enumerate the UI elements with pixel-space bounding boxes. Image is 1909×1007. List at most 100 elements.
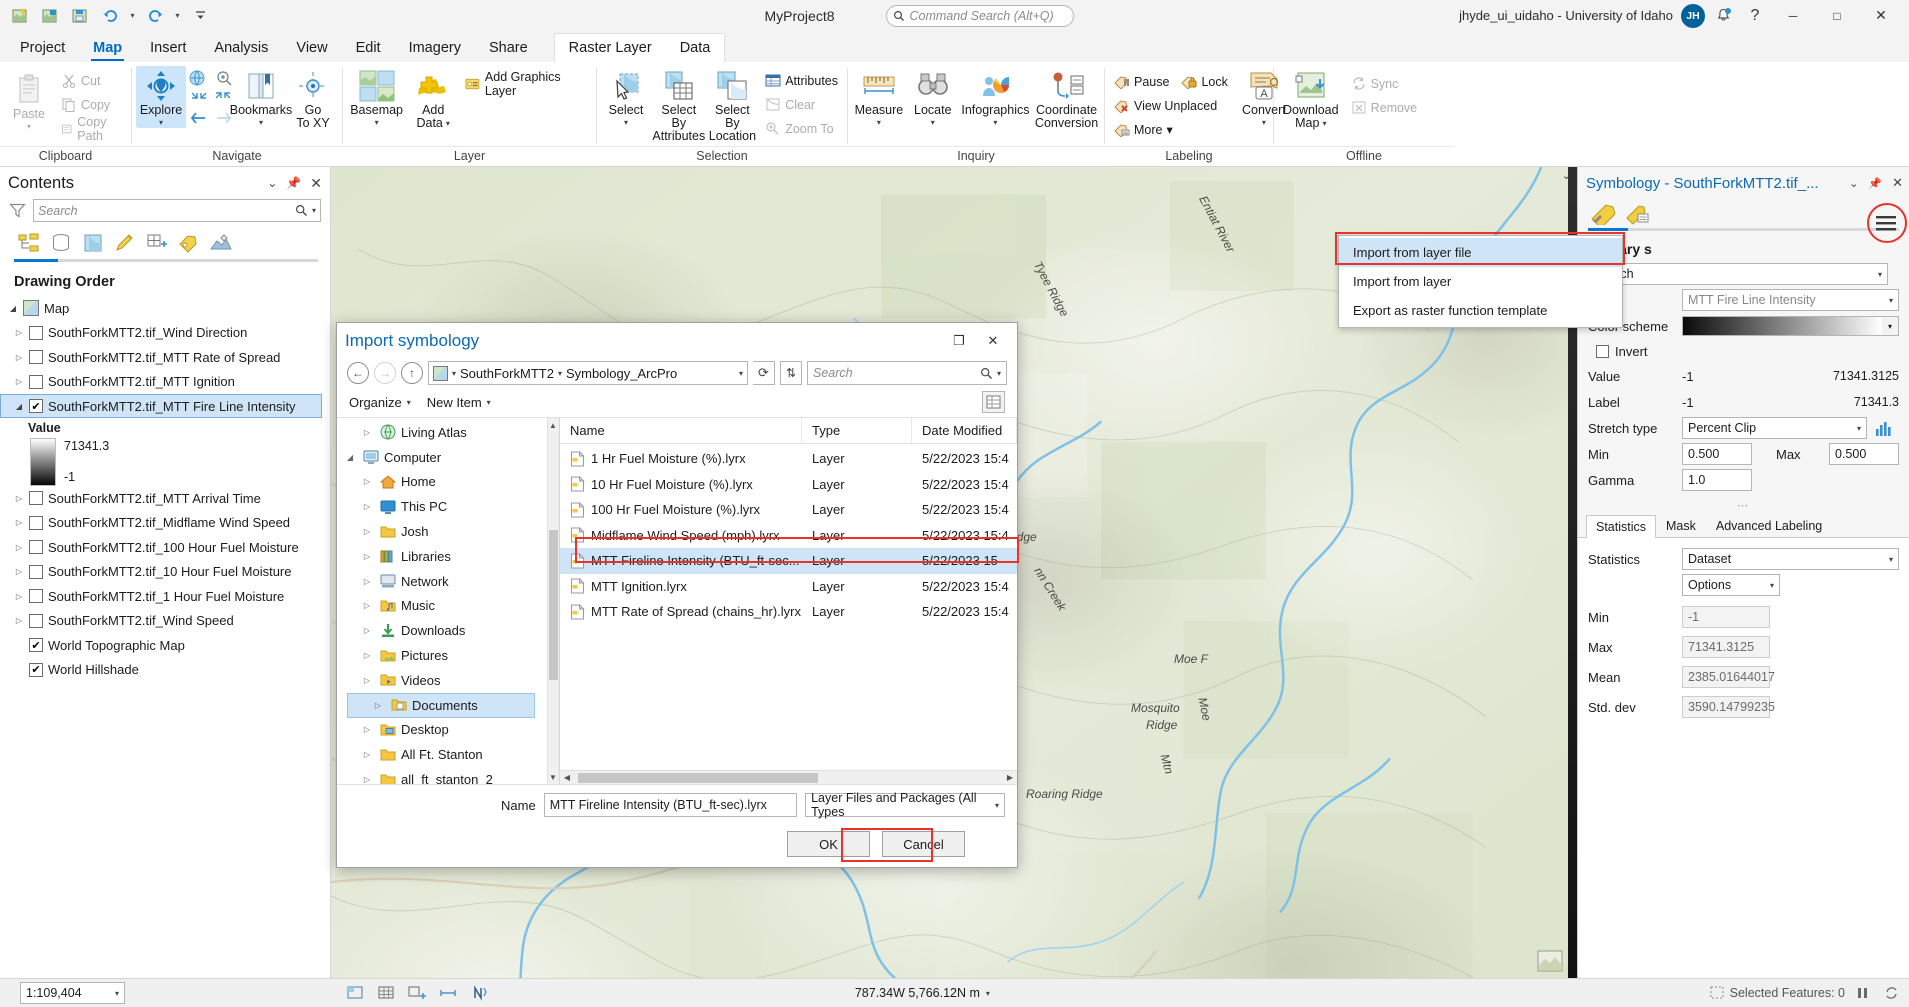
contents-pin-icon[interactable]: 📌	[286, 176, 301, 190]
zoom-out-fixed-icon[interactable]	[190, 91, 208, 107]
chevron-down-icon[interactable]: ▾	[1878, 270, 1882, 279]
expand-icon[interactable]: ▷	[14, 328, 24, 337]
full-extent-icon[interactable]	[188, 69, 207, 88]
file-list-horizontal-scrollbar[interactable]: ◀ ▶	[560, 770, 1017, 784]
map-collapse-icon[interactable]: ⌄	[1562, 169, 1571, 182]
expand-icon[interactable]: ▷	[359, 577, 375, 586]
contents-search-dropdown-icon[interactable]: ▾	[312, 206, 316, 215]
histogram-icon[interactable]	[1873, 418, 1893, 438]
pause-drawing-icon[interactable]	[1851, 982, 1874, 1004]
map-scale-select[interactable]: 1:109,404 ▾	[20, 982, 125, 1004]
min-input[interactable]: 0.500	[1682, 443, 1752, 465]
explore-button[interactable]: Explore ▾	[136, 66, 186, 128]
layer-checkbox[interactable]	[29, 374, 43, 389]
scrollbar-thumb[interactable]	[549, 530, 558, 680]
close-button[interactable]: ✕	[1861, 1, 1901, 31]
menu-item-import-from-layer-file[interactable]: Import from layer file	[1339, 238, 1622, 267]
minimize-button[interactable]: ─	[1773, 1, 1813, 31]
breadcrumb-dropdown-icon[interactable]: ▾	[739, 369, 743, 378]
more-labeling-button[interactable]: More ▾	[1109, 118, 1233, 141]
add-data-dropdown-icon[interactable]: ▾	[446, 118, 450, 129]
layer-row-mtt-ignition[interactable]: ▷ SouthForkMTT2.tif_MTT Ignition	[0, 370, 330, 395]
file-row[interactable]: Midflame Wind Speed (mph).lyrx Layer 5/2…	[560, 523, 1017, 549]
layer-checkbox[interactable]	[29, 515, 43, 530]
pause-labeling-button[interactable]: Pause	[1109, 70, 1174, 93]
measure-dropdown-icon[interactable]: ▾	[877, 117, 881, 128]
chevron-down-icon[interactable]: ▾	[1889, 555, 1893, 564]
breadcrumb-item-project[interactable]: SouthForkMTT2	[460, 366, 554, 381]
list-by-data-source-icon[interactable]	[46, 229, 76, 257]
symbology-menu-icon[interactable]: ⌄	[1849, 177, 1858, 190]
bookmarks-button[interactable]: Bookmarks ▾	[230, 66, 292, 128]
chevron-down-icon[interactable]: ▾	[1857, 424, 1861, 433]
layer-row-wind-speed[interactable]: ▷ SouthForkMTT2.tif_Wind Speed	[0, 609, 330, 634]
breadcrumb[interactable]: ▾ SouthForkMTT2 ▾ Symbology_ArcPro ▾	[428, 361, 748, 385]
layer-row-mtt-arrival-time[interactable]: ▷ SouthForkMTT2.tif_MTT Arrival Time	[0, 486, 330, 511]
invert-checkbox[interactable]	[1596, 344, 1609, 358]
cut-button[interactable]: Cut	[56, 69, 127, 92]
filter-icon[interactable]	[9, 202, 26, 219]
command-search-input[interactable]: Command Search (Alt+Q)	[885, 4, 1074, 27]
band-select[interactable]: MTT Fire Line Intensity ▾	[1682, 289, 1899, 311]
layer-checkbox[interactable]	[29, 540, 43, 555]
select-button[interactable]: Select ▾	[601, 66, 651, 128]
tree-item-network[interactable]: ▷ Network	[337, 569, 559, 594]
pane-splitter-grip[interactable]: ⋯	[1578, 493, 1909, 514]
expand-icon[interactable]: ▷	[359, 676, 375, 685]
layer-row-world-hillshade[interactable]: ✔ World Hillshade	[0, 658, 330, 683]
convert-labels-dropdown-icon[interactable]: ▾	[1262, 117, 1266, 128]
expand-icon[interactable]: ▷	[359, 651, 375, 660]
avatar[interactable]: JH	[1681, 3, 1705, 28]
expand-icon[interactable]: ▷	[359, 502, 375, 511]
layer-row-mtt-fire-line-intensity[interactable]: ◢ ✔ SouthForkMTT2.tif_MTT Fire Line Inte…	[0, 394, 322, 418]
coordinate-conversion-button[interactable]: Coordinate Conversion	[1033, 66, 1100, 130]
expand-icon[interactable]: ▷	[359, 552, 375, 561]
layer-row-wind-direction[interactable]: ▷ SouthForkMTT2.tif_Wind Direction	[0, 321, 330, 346]
layer-variable-tab-icon[interactable]	[1622, 200, 1652, 226]
column-header-name[interactable]: Name	[560, 418, 802, 443]
tree-item-all-ft-stanton[interactable]: ▷ All Ft. Stanton	[337, 742, 559, 767]
download-map-button[interactable]: Download Map ▾	[1278, 66, 1344, 130]
zoom-to-selection-button[interactable]: Zoom To	[760, 117, 843, 140]
scroll-right-icon[interactable]: ▶	[1003, 773, 1017, 782]
tree-item-map[interactable]: ◢ Map	[0, 296, 330, 321]
view-mode-button[interactable]	[982, 391, 1005, 413]
layer-checkbox[interactable]	[29, 613, 43, 628]
basemap-button[interactable]: Basemap ▾	[347, 66, 406, 128]
tree-item-libraries[interactable]: ▷ Libraries	[337, 544, 559, 569]
file-type-filter-select[interactable]: Layer Files and Packages (All Types ▾	[805, 791, 1005, 819]
dialog-maximize-button[interactable]: ❐	[943, 327, 975, 355]
layer-row-mtt-rate-of-spread[interactable]: ▷ SouthForkMTT2.tif_MTT Rate of Spread	[0, 345, 330, 370]
layer-checkbox[interactable]	[29, 325, 43, 340]
folder-tree-scrollbar[interactable]: ▲ ▼	[547, 418, 559, 784]
expand-icon[interactable]: ▷	[14, 567, 24, 576]
add-graphics-layer-button[interactable]: Add Graphics Layer	[460, 70, 592, 98]
list-by-diagram-icon[interactable]	[206, 229, 236, 257]
expand-icon[interactable]: ▷	[370, 701, 386, 710]
attributes-button[interactable]: Attributes	[760, 69, 843, 92]
measure-tool-icon[interactable]	[437, 982, 460, 1004]
select-by-attributes-button[interactable]: Select By Attributes	[652, 66, 705, 143]
organize-button[interactable]: Organize ▾	[349, 395, 411, 410]
redo-icon[interactable]	[141, 3, 169, 29]
dialog-search-input[interactable]: Search ▾	[807, 361, 1007, 385]
snapping-tool-icon[interactable]	[406, 982, 429, 1004]
select-by-location-button[interactable]: Select By Location	[707, 66, 759, 143]
layer-row-10-hour-fuel-moisture[interactable]: ▷ SouthForkMTT2.tif_10 Hour Fuel Moistur…	[0, 560, 330, 585]
tab-imagery[interactable]: Imagery	[395, 34, 475, 62]
scroll-down-icon[interactable]: ▼	[548, 771, 558, 783]
infographics-dropdown-icon[interactable]: ▾	[993, 117, 997, 128]
expand-icon[interactable]: ▷	[359, 775, 375, 784]
tree-item-all-ft-stanton-2[interactable]: ▷ all_ft_stanton_2	[337, 767, 559, 784]
layer-checkbox[interactable]	[29, 350, 43, 365]
infographics-button[interactable]: Infographics ▾	[960, 66, 1031, 128]
locate-button[interactable]: Locate ▾	[908, 66, 958, 128]
primary-symbology-tab-icon[interactable]	[1588, 200, 1618, 226]
file-row[interactable]: MTT Ignition.lyrx Layer 5/22/2023 15:4	[560, 574, 1017, 600]
select-dropdown-icon[interactable]: ▾	[624, 117, 628, 128]
expand-icon[interactable]: ▷	[14, 592, 24, 601]
layer-checkbox[interactable]: ✔	[29, 662, 43, 677]
file-row[interactable]: 100 Hr Fuel Moisture (%).lyrx Layer 5/22…	[560, 497, 1017, 523]
expand-icon[interactable]: ▷	[359, 626, 375, 635]
breadcrumb-item-folder[interactable]: Symbology_ArcPro	[566, 366, 677, 381]
